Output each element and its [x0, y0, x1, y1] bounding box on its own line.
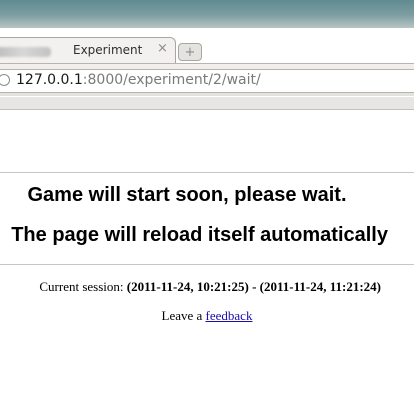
tab-title: Experiment [73, 43, 143, 57]
url-text[interactable]: 127.0.0.1:8000/experiment/2/wait/ [16, 72, 261, 88]
plus-icon: + [184, 44, 196, 60]
browser-tab[interactable]: Experiment × [0, 37, 176, 64]
window-titlebar [0, 0, 414, 28]
blurred-tab-favicon [0, 47, 51, 57]
close-icon[interactable]: × [157, 41, 168, 56]
session-label: Current session: [39, 279, 124, 294]
session-info: Current session: (2011-11-24, 10:21:25) … [0, 279, 414, 295]
bookmarks-bar [0, 97, 414, 110]
feedback-link[interactable]: feedback [206, 308, 253, 323]
feedback-prefix: Leave a [161, 308, 203, 323]
feedback-line: Leave a feedback [0, 308, 414, 324]
session-separator: - [252, 279, 257, 294]
wait-heading: Game will start soon, please wait. [27, 184, 347, 206]
reload-heading: The page will reload itself automaticall… [11, 224, 388, 246]
horizontal-rule-bottom [0, 264, 414, 265]
url-path: :8000/experiment/2/wait/ [82, 72, 261, 88]
url-host: 127.0.0.1 [16, 72, 83, 88]
session-end: (2011-11-24, 11:21:24) [259, 279, 381, 294]
session-start: (2011-11-24, 10:21:25) [126, 279, 249, 294]
new-tab-button[interactable]: + [178, 43, 202, 61]
horizontal-rule-top [0, 172, 414, 173]
